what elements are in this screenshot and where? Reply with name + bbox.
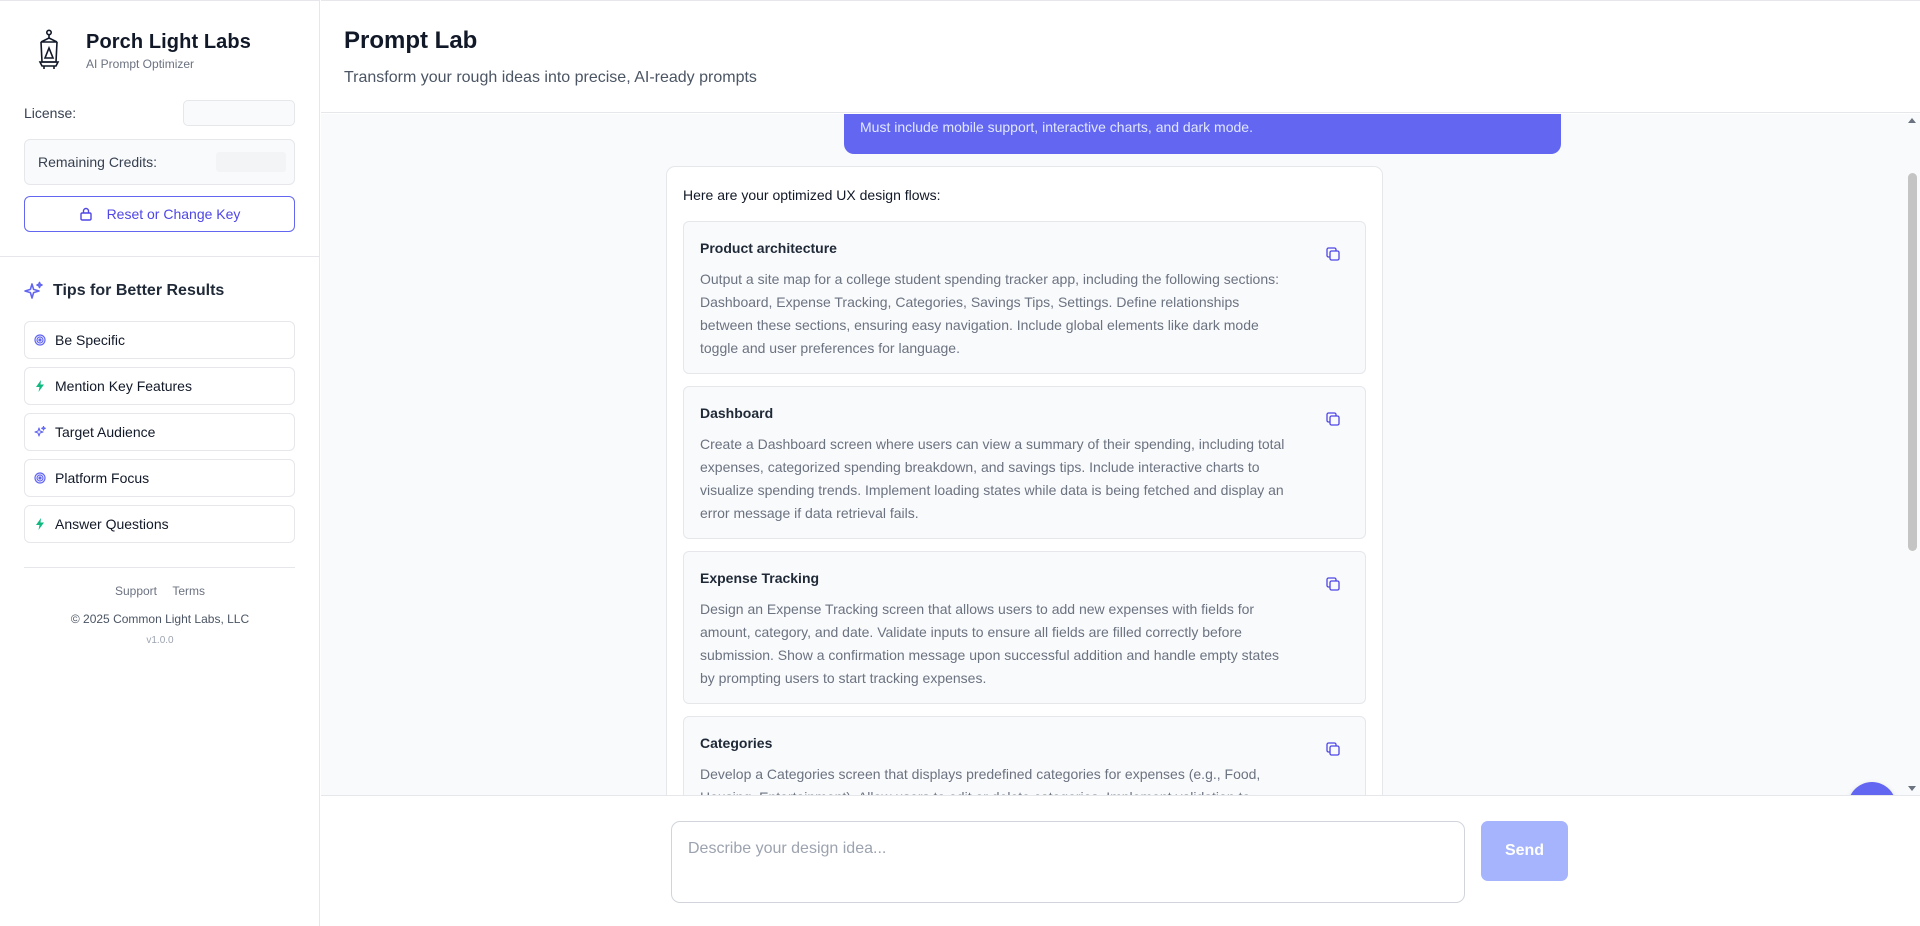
credits-value (216, 152, 286, 172)
sidebar: Porch Light Labs AI Prompt Optimizer Lic… (0, 0, 320, 926)
tip-answer-questions[interactable]: Answer Questions (24, 505, 295, 543)
credits-label: Remaining Credits: (38, 154, 158, 170)
tips-title: Tips for Better Results (24, 281, 224, 301)
version: v1.0.0 (146, 635, 174, 646)
flow-card: Expense Tracking Design an Expense Track… (683, 551, 1366, 704)
scroll-up-arrow-icon[interactable] (1908, 118, 1916, 123)
copy-button[interactable] (1323, 244, 1343, 264)
chat-scrollbar[interactable] (1905, 114, 1920, 795)
flow-card: Categories Develop a Categories screen t… (683, 716, 1366, 795)
remaining-credits: Remaining Credits: (24, 139, 295, 185)
page-title: Prompt Lab (344, 27, 478, 54)
flow-title: Product architecture (700, 240, 837, 256)
flow-body: Create a Dashboard screen where users ca… (700, 436, 1285, 521)
lock-icon (79, 207, 92, 221)
tip-label: Platform Focus (55, 470, 150, 486)
chat-area: Must include mobile support, interactive… (321, 114, 1905, 795)
flow-title: Dashboard (700, 405, 774, 421)
brand-name: Porch Light Labs (86, 31, 251, 53)
sidebar-divider (0, 256, 320, 257)
sparkle-icon (34, 426, 46, 438)
tip-label: Answer Questions (55, 516, 169, 532)
license-value (183, 100, 295, 126)
tip-label: Mention Key Features (55, 378, 192, 394)
flow-title: Categories (700, 735, 773, 751)
sparkles-icon (24, 281, 43, 299)
terms-link[interactable]: Terms (172, 584, 205, 598)
bolt-icon (34, 518, 46, 530)
lantern-logo-icon (38, 29, 60, 69)
flow-body: Develop a Categories screen that display… (700, 766, 1261, 795)
scroll-down-arrow-icon[interactable] (1908, 786, 1916, 791)
assistant-intro: Here are your optimized UX design flows: (683, 187, 941, 203)
tip-be-specific[interactable]: Be Specific (24, 321, 295, 359)
reset-key-label: Reset or Change Key (106, 206, 241, 222)
flow-title: Expense Tracking (700, 570, 820, 586)
page-subtitle: Transform your rough ideas into precise,… (344, 69, 757, 86)
flow-body: Design an Expense Tracking screen that a… (700, 601, 1279, 686)
copy-icon (1326, 742, 1340, 756)
copy-button[interactable] (1323, 739, 1343, 759)
tip-mention-key-features[interactable]: Mention Key Features (24, 367, 295, 405)
target-icon (34, 472, 46, 484)
support-link[interactable]: Support (115, 584, 157, 598)
copy-icon (1326, 577, 1340, 591)
flow-card: Dashboard Create a Dashboard screen wher… (683, 386, 1366, 539)
user-message: Must include mobile support, interactive… (844, 114, 1561, 154)
bolt-icon (34, 380, 46, 392)
copy-button[interactable] (1323, 409, 1343, 429)
copy-icon (1326, 412, 1340, 426)
composer: Send (321, 795, 1920, 926)
assistant-message: Here are your optimized UX design flows:… (666, 166, 1383, 795)
flow-card: Product architecture Output a site map f… (683, 221, 1366, 374)
reset-key-button[interactable]: Reset or Change Key (24, 196, 295, 232)
license-label: License: (24, 105, 77, 121)
footer-divider (24, 567, 295, 568)
brand: Porch Light Labs AI Prompt Optimizer (32, 29, 251, 73)
copy-icon (1326, 247, 1340, 261)
tip-label: Be Specific (55, 332, 126, 348)
tip-platform-focus[interactable]: Platform Focus (24, 459, 295, 497)
tip-label: Target Audience (55, 424, 156, 440)
footer-links: Support Terms (0, 584, 320, 598)
send-button[interactable]: Send (1481, 821, 1568, 881)
scroll-thumb[interactable] (1908, 173, 1917, 551)
copyright: © 2025 Common Light Labs, LLC (70, 612, 250, 626)
flow-body: Output a site map for a college student … (700, 271, 1280, 356)
target-icon (34, 334, 46, 346)
license-row: License: (24, 100, 295, 126)
page-header: Prompt Lab Transform your rough ideas in… (321, 0, 1920, 113)
design-idea-input[interactable] (671, 821, 1465, 903)
brand-subtitle: AI Prompt Optimizer (86, 57, 195, 71)
user-message-text: Must include mobile support, interactive… (860, 119, 1253, 135)
tips-title-label: Tips for Better Results (53, 282, 225, 299)
tip-target-audience[interactable]: Target Audience (24, 413, 295, 451)
copy-button[interactable] (1323, 574, 1343, 594)
